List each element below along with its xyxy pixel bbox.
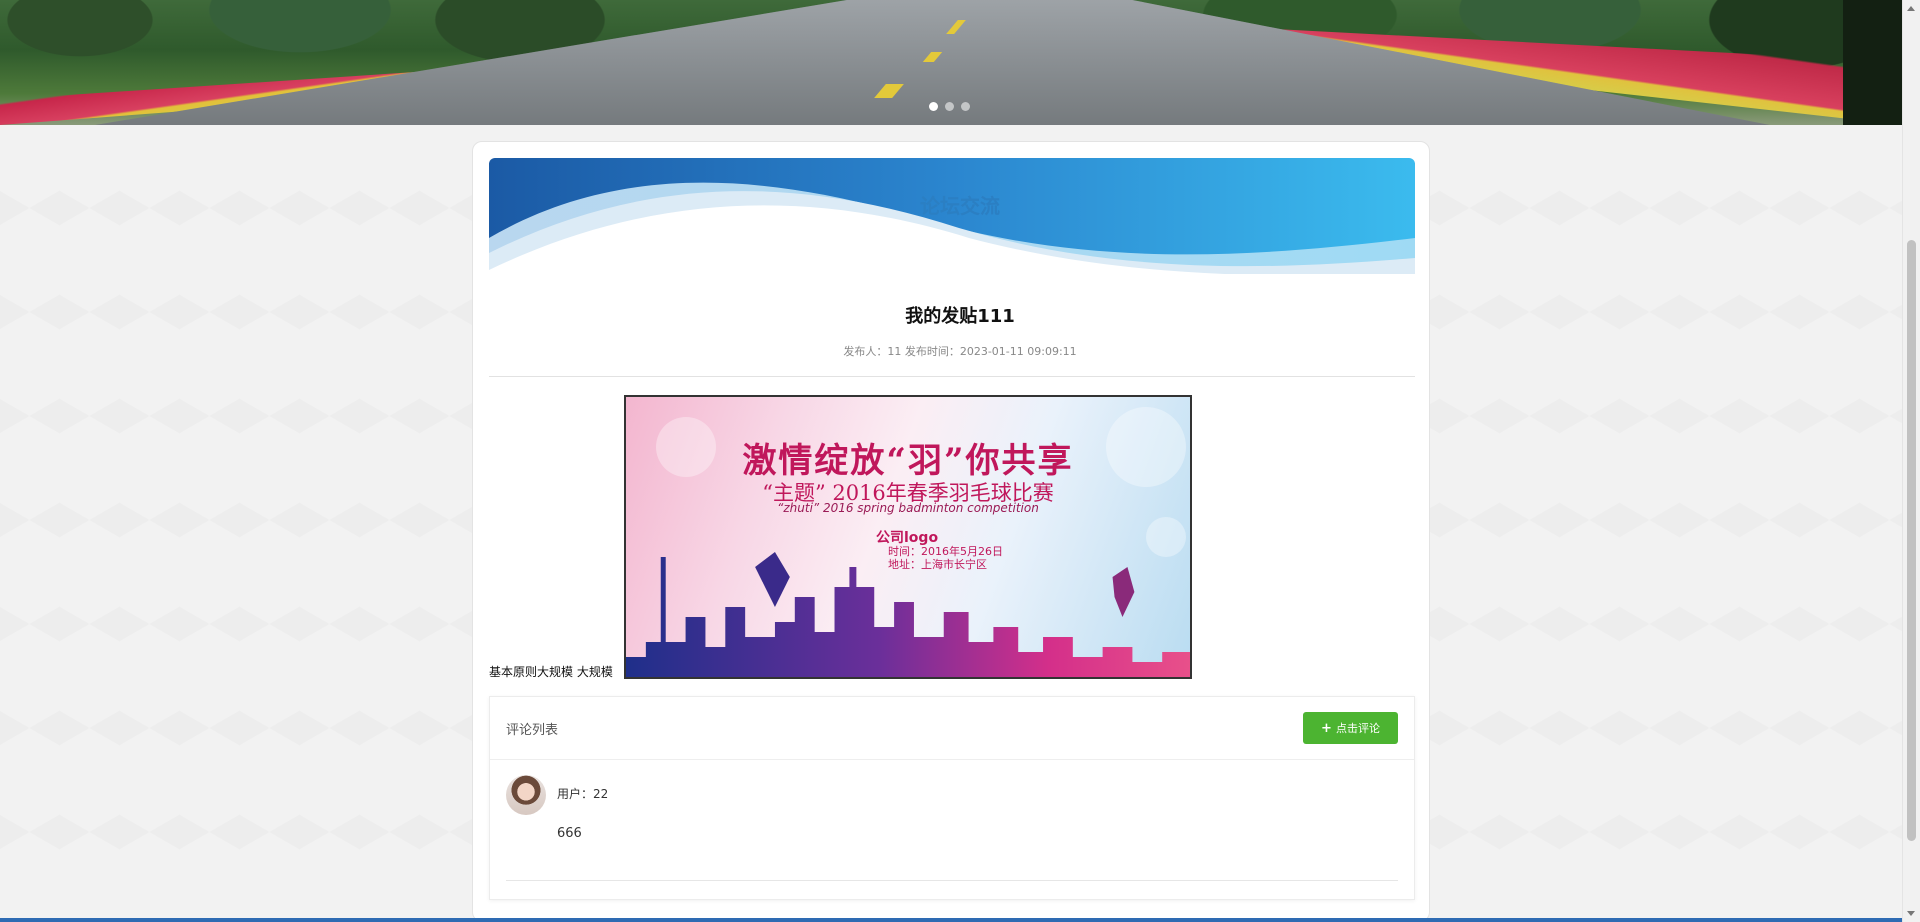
carousel-dot-2[interactable] bbox=[945, 102, 954, 111]
section-title: 论坛交流 bbox=[920, 196, 1000, 218]
comment-user: 用户：22 bbox=[557, 787, 609, 801]
comment-content: 666 bbox=[557, 826, 582, 841]
banner-edge bbox=[1843, 0, 1903, 125]
carousel-dots bbox=[929, 102, 970, 111]
plus-icon: + bbox=[1321, 720, 1332, 736]
banner-carousel[interactable] bbox=[0, 0, 1903, 125]
scroll-thumb[interactable] bbox=[1907, 240, 1916, 841]
poster-subtitle-en: “zhuti” 2016 spring badminton competitio… bbox=[777, 501, 1039, 515]
footer-strip bbox=[0, 918, 1903, 922]
post-image: 激情绽放“羽”你共享 “主题” 2016年春季羽毛球比赛 “zhuti” 201… bbox=[624, 395, 1192, 679]
poster-skyline bbox=[626, 552, 1190, 677]
scroll-up-icon[interactable] bbox=[1907, 6, 1915, 11]
add-comment-button[interactable]: + 点击评论 bbox=[1303, 712, 1398, 744]
comment-panel: 评论列表 + 点击评论 用户：22 666 bbox=[489, 696, 1415, 900]
comment-item: 用户：22 666 bbox=[506, 775, 1398, 881]
carousel-dot-3[interactable] bbox=[961, 102, 970, 111]
page-scrollbar[interactable] bbox=[1902, 0, 1920, 922]
post-meta: 发布人：11 发布时间：2023-01-11 09:09:11 bbox=[843, 345, 1077, 358]
scroll-down-icon[interactable] bbox=[1907, 911, 1915, 916]
post-body: 基本原则大规模 大规模 激情绽放“羽”你共享 “主题” 2016年春季羽毛球比赛… bbox=[489, 395, 1415, 680]
comment-panel-header: 评论列表 + 点击评论 bbox=[490, 697, 1414, 760]
avatar bbox=[506, 775, 546, 815]
post-text: 基本原则大规模 大规模 bbox=[489, 665, 613, 679]
carousel-dot-1[interactable] bbox=[929, 102, 938, 111]
poster-headline: 激情绽放“羽”你共享 bbox=[742, 441, 1074, 481]
comment-list-title: 评论列表 bbox=[506, 723, 559, 738]
divider bbox=[489, 376, 1415, 377]
add-comment-label: 点击评论 bbox=[1335, 722, 1380, 735]
post-title: 我的发贴111 bbox=[905, 306, 1015, 327]
